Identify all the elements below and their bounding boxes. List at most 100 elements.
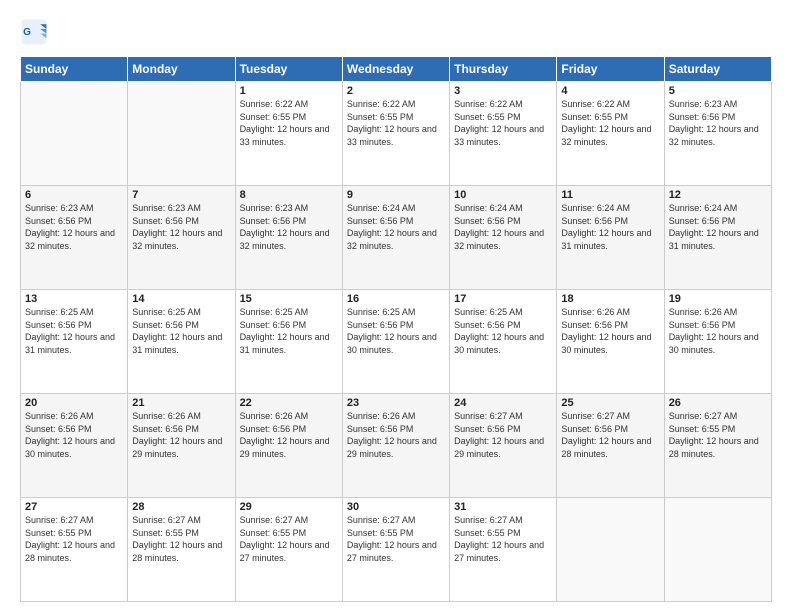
day-info: Sunrise: 6:27 AMSunset: 6:56 PMDaylight:… [454, 410, 552, 460]
calendar-cell: 31Sunrise: 6:27 AMSunset: 6:55 PMDayligh… [450, 498, 557, 602]
day-number: 17 [454, 293, 552, 305]
day-number: 19 [669, 293, 767, 305]
day-info: Sunrise: 6:24 AMSunset: 6:56 PMDaylight:… [561, 202, 659, 252]
calendar-cell: 9Sunrise: 6:24 AMSunset: 6:56 PMDaylight… [342, 186, 449, 290]
day-number: 11 [561, 189, 659, 201]
calendar-cell: 3Sunrise: 6:22 AMSunset: 6:55 PMDaylight… [450, 82, 557, 186]
weekday-header-wednesday: Wednesday [342, 57, 449, 82]
calendar-table: SundayMondayTuesdayWednesdayThursdayFrid… [20, 56, 772, 602]
day-number: 3 [454, 85, 552, 97]
day-info: Sunrise: 6:25 AMSunset: 6:56 PMDaylight:… [454, 306, 552, 356]
calendar-cell: 8Sunrise: 6:23 AMSunset: 6:56 PMDaylight… [235, 186, 342, 290]
calendar-cell: 15Sunrise: 6:25 AMSunset: 6:56 PMDayligh… [235, 290, 342, 394]
day-info: Sunrise: 6:26 AMSunset: 6:56 PMDaylight:… [132, 410, 230, 460]
day-info: Sunrise: 6:27 AMSunset: 6:55 PMDaylight:… [240, 514, 338, 564]
day-number: 8 [240, 189, 338, 201]
calendar-week-row: 6Sunrise: 6:23 AMSunset: 6:56 PMDaylight… [21, 186, 772, 290]
day-number: 22 [240, 397, 338, 409]
day-info: Sunrise: 6:22 AMSunset: 6:55 PMDaylight:… [347, 98, 445, 148]
calendar-week-row: 27Sunrise: 6:27 AMSunset: 6:55 PMDayligh… [21, 498, 772, 602]
day-info: Sunrise: 6:27 AMSunset: 6:55 PMDaylight:… [132, 514, 230, 564]
day-info: Sunrise: 6:27 AMSunset: 6:56 PMDaylight:… [561, 410, 659, 460]
calendar-cell: 21Sunrise: 6:26 AMSunset: 6:56 PMDayligh… [128, 394, 235, 498]
svg-text:G: G [23, 27, 31, 38]
weekday-header-saturday: Saturday [664, 57, 771, 82]
day-number: 16 [347, 293, 445, 305]
day-info: Sunrise: 6:22 AMSunset: 6:55 PMDaylight:… [240, 98, 338, 148]
calendar-cell: 7Sunrise: 6:23 AMSunset: 6:56 PMDaylight… [128, 186, 235, 290]
calendar-cell: 13Sunrise: 6:25 AMSunset: 6:56 PMDayligh… [21, 290, 128, 394]
logo: G [20, 18, 50, 46]
day-info: Sunrise: 6:23 AMSunset: 6:56 PMDaylight:… [25, 202, 123, 252]
day-number: 13 [25, 293, 123, 305]
weekday-header-tuesday: Tuesday [235, 57, 342, 82]
calendar-cell: 19Sunrise: 6:26 AMSunset: 6:56 PMDayligh… [664, 290, 771, 394]
day-number: 2 [347, 85, 445, 97]
day-number: 26 [669, 397, 767, 409]
calendar-cell [557, 498, 664, 602]
day-number: 4 [561, 85, 659, 97]
day-number: 6 [25, 189, 123, 201]
day-number: 24 [454, 397, 552, 409]
day-number: 23 [347, 397, 445, 409]
calendar-cell: 28Sunrise: 6:27 AMSunset: 6:55 PMDayligh… [128, 498, 235, 602]
day-info: Sunrise: 6:24 AMSunset: 6:56 PMDaylight:… [454, 202, 552, 252]
day-number: 15 [240, 293, 338, 305]
calendar-cell: 25Sunrise: 6:27 AMSunset: 6:56 PMDayligh… [557, 394, 664, 498]
day-number: 29 [240, 501, 338, 513]
weekday-header-sunday: Sunday [21, 57, 128, 82]
day-info: Sunrise: 6:25 AMSunset: 6:56 PMDaylight:… [25, 306, 123, 356]
logo-icon: G [20, 18, 48, 46]
calendar-week-row: 20Sunrise: 6:26 AMSunset: 6:56 PMDayligh… [21, 394, 772, 498]
calendar-cell: 30Sunrise: 6:27 AMSunset: 6:55 PMDayligh… [342, 498, 449, 602]
day-number: 12 [669, 189, 767, 201]
calendar-cell: 20Sunrise: 6:26 AMSunset: 6:56 PMDayligh… [21, 394, 128, 498]
day-info: Sunrise: 6:26 AMSunset: 6:56 PMDaylight:… [25, 410, 123, 460]
calendar-cell: 12Sunrise: 6:24 AMSunset: 6:56 PMDayligh… [664, 186, 771, 290]
day-number: 28 [132, 501, 230, 513]
day-number: 20 [25, 397, 123, 409]
calendar-cell: 26Sunrise: 6:27 AMSunset: 6:55 PMDayligh… [664, 394, 771, 498]
day-info: Sunrise: 6:26 AMSunset: 6:56 PMDaylight:… [240, 410, 338, 460]
day-number: 31 [454, 501, 552, 513]
day-info: Sunrise: 6:27 AMSunset: 6:55 PMDaylight:… [25, 514, 123, 564]
day-info: Sunrise: 6:27 AMSunset: 6:55 PMDaylight:… [454, 514, 552, 564]
day-info: Sunrise: 6:24 AMSunset: 6:56 PMDaylight:… [669, 202, 767, 252]
day-info: Sunrise: 6:24 AMSunset: 6:56 PMDaylight:… [347, 202, 445, 252]
day-info: Sunrise: 6:26 AMSunset: 6:56 PMDaylight:… [561, 306, 659, 356]
day-number: 10 [454, 189, 552, 201]
day-number: 25 [561, 397, 659, 409]
calendar-cell: 5Sunrise: 6:23 AMSunset: 6:56 PMDaylight… [664, 82, 771, 186]
calendar-cell: 17Sunrise: 6:25 AMSunset: 6:56 PMDayligh… [450, 290, 557, 394]
calendar-week-row: 1Sunrise: 6:22 AMSunset: 6:55 PMDaylight… [21, 82, 772, 186]
day-info: Sunrise: 6:26 AMSunset: 6:56 PMDaylight:… [669, 306, 767, 356]
calendar-page: G SundayMondayTuesdayWednesdayThursdayFr… [0, 0, 792, 612]
day-info: Sunrise: 6:23 AMSunset: 6:56 PMDaylight:… [240, 202, 338, 252]
day-info: Sunrise: 6:22 AMSunset: 6:55 PMDaylight:… [454, 98, 552, 148]
day-number: 5 [669, 85, 767, 97]
calendar-cell [21, 82, 128, 186]
day-number: 1 [240, 85, 338, 97]
calendar-cell: 4Sunrise: 6:22 AMSunset: 6:55 PMDaylight… [557, 82, 664, 186]
calendar-cell: 18Sunrise: 6:26 AMSunset: 6:56 PMDayligh… [557, 290, 664, 394]
calendar-cell: 22Sunrise: 6:26 AMSunset: 6:56 PMDayligh… [235, 394, 342, 498]
weekday-header-friday: Friday [557, 57, 664, 82]
calendar-cell: 29Sunrise: 6:27 AMSunset: 6:55 PMDayligh… [235, 498, 342, 602]
day-number: 27 [25, 501, 123, 513]
day-number: 14 [132, 293, 230, 305]
calendar-header-row: SundayMondayTuesdayWednesdayThursdayFrid… [21, 57, 772, 82]
calendar-cell: 14Sunrise: 6:25 AMSunset: 6:56 PMDayligh… [128, 290, 235, 394]
calendar-cell: 6Sunrise: 6:23 AMSunset: 6:56 PMDaylight… [21, 186, 128, 290]
day-info: Sunrise: 6:27 AMSunset: 6:55 PMDaylight:… [347, 514, 445, 564]
weekday-header-thursday: Thursday [450, 57, 557, 82]
day-number: 9 [347, 189, 445, 201]
calendar-cell [664, 498, 771, 602]
calendar-cell: 1Sunrise: 6:22 AMSunset: 6:55 PMDaylight… [235, 82, 342, 186]
day-number: 7 [132, 189, 230, 201]
day-number: 21 [132, 397, 230, 409]
page-header: G [20, 18, 772, 46]
day-number: 30 [347, 501, 445, 513]
day-number: 18 [561, 293, 659, 305]
day-info: Sunrise: 6:22 AMSunset: 6:55 PMDaylight:… [561, 98, 659, 148]
day-info: Sunrise: 6:25 AMSunset: 6:56 PMDaylight:… [240, 306, 338, 356]
